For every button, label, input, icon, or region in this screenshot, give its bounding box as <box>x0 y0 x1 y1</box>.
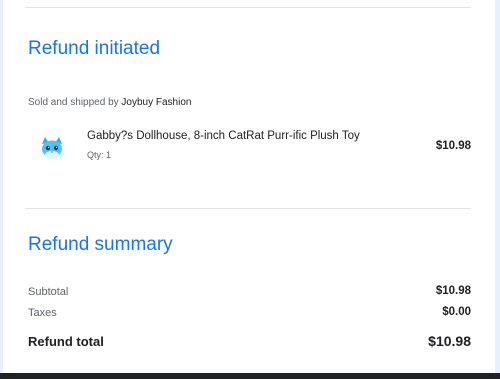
refund-total-label: Refund total <box>28 334 104 349</box>
section-divider <box>25 208 471 209</box>
subtotal-label: Subtotal <box>28 286 69 298</box>
subtotal-value: $10.98 <box>435 285 471 297</box>
refund-total-value: $10.98 <box>428 333 471 349</box>
product-qty: Qty: 1 <box>87 150 112 160</box>
refund-initiated-heading: Refund initiated <box>28 38 161 59</box>
taxes-value: $0.00 <box>442 306 471 318</box>
cat-plush-icon[interactable] <box>39 135 65 161</box>
seller-line: Sold and shipped by Joybuy Fashion <box>28 97 191 108</box>
refund-card: Refund initiated Sold and shipped by Joy… <box>3 0 495 373</box>
taxes-label: Taxes <box>28 307 57 319</box>
product-name-link[interactable]: Gabby?s Dollhouse, 8-inch CatRat Purr-if… <box>87 130 360 142</box>
refund-summary-heading: Refund summary <box>28 234 173 255</box>
seller-name[interactable]: Joybuy Fashion <box>121 97 191 108</box>
bottom-border <box>0 373 500 379</box>
product-price: $10.98 <box>435 140 471 152</box>
seller-prefix: Sold and shipped by <box>28 97 122 108</box>
top-divider <box>25 7 471 8</box>
